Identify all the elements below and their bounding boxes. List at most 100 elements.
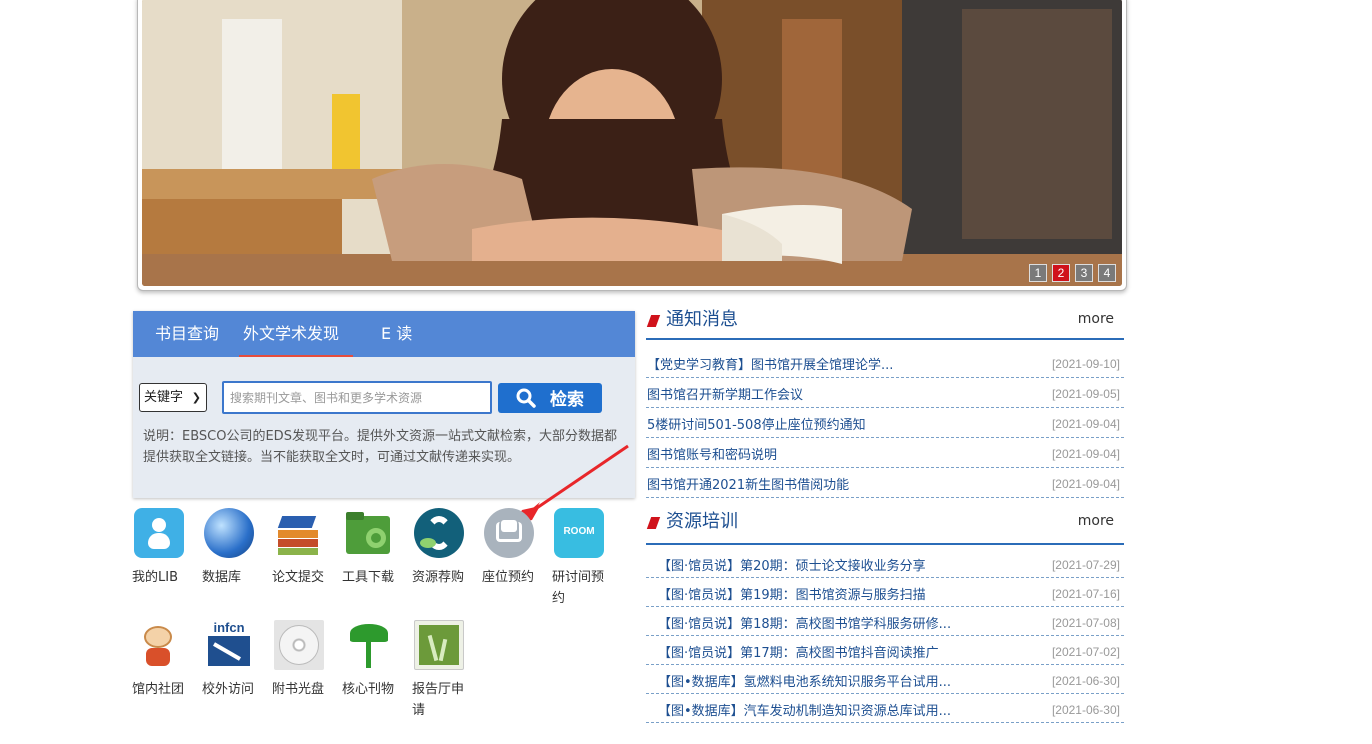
list-item-date: [2021-07-16]: [1051, 587, 1120, 601]
list-item-title[interactable]: 【图·馆员说】第17期：高校图书馆抖音阅读推广: [658, 642, 939, 661]
list-item-title[interactable]: 图书馆开通2021新生图书借阅功能: [647, 474, 849, 493]
list-item-date: [2021-07-08]: [1051, 616, 1120, 630]
list-item[interactable]: 【图•数据库】氢燃料电池系统知识服务平台试用... [2021-06-30]: [646, 665, 1124, 694]
search-tabs: 书目查询 外文学术发现 E 读: [133, 311, 635, 357]
service-room-booking[interactable]: ROOM 研讨间预约: [552, 508, 616, 609]
service-my-lib[interactable]: 我的LIB: [132, 508, 196, 588]
list-item[interactable]: 【图·馆员说】第20期：硕士论文接收业务分享 [2021-07-29]: [646, 549, 1124, 578]
service-label: 核心刊物: [342, 682, 395, 697]
list-item[interactable]: 【图·馆员说】第19期：图书馆资源与服务扫描 [2021-07-16]: [646, 578, 1124, 607]
list-item-date: [2021-09-05]: [1051, 387, 1120, 401]
list-item-date: [2021-09-04]: [1051, 477, 1120, 491]
list-item[interactable]: 图书馆召开新学期工作会议 [2021-09-05]: [646, 378, 1124, 408]
list-item[interactable]: 图书馆开通2021新生图书借阅功能 [2021-09-04]: [646, 468, 1124, 498]
banner-pager: 1 2 3 4: [1029, 264, 1116, 282]
notices-header: 通知消息 more: [646, 306, 1124, 340]
service-label: 工具下载: [342, 570, 395, 585]
infcn-icon: infcn: [204, 620, 254, 670]
list-item[interactable]: 图书馆账号和密码说明 [2021-09-04]: [646, 438, 1124, 468]
tab-foreign-discovery[interactable]: 外文学术发现: [231, 311, 354, 357]
folder-gear-icon: [344, 508, 394, 558]
service-label: 资源荐购: [412, 570, 465, 585]
notices-title: 通知消息: [666, 309, 738, 330]
service-tool-download[interactable]: 工具下载: [342, 508, 406, 588]
service-clubs[interactable]: 馆内社团: [132, 620, 196, 700]
search-row: 关键字 ❯ 搜索期刊文章、图书和更多学术资源 检索: [139, 381, 602, 414]
list-item[interactable]: 5楼研讨间501-508停止座位预约通知 [2021-09-04]: [646, 408, 1124, 438]
list-item-date: [2021-06-30]: [1051, 703, 1120, 717]
seat-icon: [484, 508, 534, 558]
notices-more-link[interactable]: more: [1078, 306, 1114, 332]
mascot-icon: [134, 620, 184, 670]
service-label: 研讨间预约: [552, 570, 605, 606]
search-icon: [516, 388, 536, 408]
list-item-title[interactable]: 【图·馆员说】第19期：图书馆资源与服务扫描: [658, 584, 926, 603]
list-item-date: [2021-09-10]: [1051, 357, 1120, 371]
list-item-title[interactable]: 【图·馆员说】第20期：硕士论文接收业务分享: [658, 555, 926, 574]
grass-doc-icon: [414, 620, 464, 670]
search-button-label: 检索: [550, 390, 584, 410]
training-header: 资源培训 more: [646, 508, 1124, 545]
service-seat-booking[interactable]: 座位预约: [482, 508, 546, 588]
service-label: 我的LIB: [132, 570, 178, 585]
list-item[interactable]: 【党史学习教育】图书馆开展全馆理论学... [2021-09-10]: [646, 348, 1124, 378]
notices-section: 通知消息 more 【党史学习教育】图书馆开展全馆理论学... [2021-09-…: [646, 306, 1124, 498]
list-item[interactable]: 【图•数据库】汽车发动机制造知识资源总库试用... [2021-06-30]: [646, 694, 1124, 723]
library-homepage: 1 2 3 4 书目查询 外文学术发现 E 读 关键字 ❯ 搜索期刊文章、图书和…: [0, 0, 1372, 744]
flag-icon: [646, 517, 661, 529]
list-item-title[interactable]: 图书馆账号和密码说明: [647, 444, 777, 463]
list-item[interactable]: 【图·馆员说】第17期：高校图书馆抖音阅读推广 [2021-07-02]: [646, 636, 1124, 665]
list-item-title[interactable]: 【图·馆员说】第18期：高校图书馆学科服务研修...: [658, 613, 951, 632]
list-item-date: [2021-06-30]: [1051, 674, 1120, 688]
list-item-title[interactable]: 图书馆召开新学期工作会议: [647, 384, 803, 403]
training-title: 资源培训: [666, 511, 738, 532]
list-item-title[interactable]: 【图•数据库】汽车发动机制造知识资源总库试用...: [658, 700, 951, 719]
pager-item-2[interactable]: 2: [1052, 264, 1070, 282]
pager-item-1[interactable]: 1: [1029, 264, 1047, 282]
notices-list: 【党史学习教育】图书馆开展全馆理论学... [2021-09-10] 图书馆召开新…: [646, 348, 1124, 498]
list-item-title[interactable]: 【党史学习教育】图书馆开展全馆理论学...: [647, 354, 893, 373]
person-icon: [134, 508, 184, 558]
service-label: 座位预约: [482, 570, 535, 585]
training-more-link[interactable]: more: [1078, 508, 1114, 534]
flag-icon: [646, 315, 661, 327]
graduation-books-icon: [274, 508, 324, 558]
room-icon: ROOM: [554, 508, 604, 558]
service-hall-apply[interactable]: 报告厅申请: [412, 620, 476, 721]
service-database[interactable]: 数据库: [202, 508, 266, 588]
globe-icon: [204, 508, 254, 558]
list-item-date: [2021-07-29]: [1051, 558, 1120, 572]
service-off-campus[interactable]: infcn 校外访问: [202, 620, 266, 700]
search-button[interactable]: 检索: [498, 382, 602, 413]
banner-carousel[interactable]: 1 2 3 4: [137, 0, 1127, 291]
search-input[interactable]: 搜索期刊文章、图书和更多学术资源: [222, 381, 492, 414]
list-item-date: [2021-09-04]: [1051, 447, 1120, 461]
list-item-title[interactable]: 5楼研讨间501-508停止座位预约通知: [647, 414, 866, 433]
search-field-select[interactable]: 关键字 ❯: [139, 383, 207, 412]
service-label: 报告厅申请: [412, 682, 465, 718]
service-thesis-submit[interactable]: 论文提交: [272, 508, 336, 588]
chevron-down-icon: ❯: [191, 391, 201, 404]
training-list: 【图·馆员说】第20期：硕士论文接收业务分享 [2021-07-29] 【图·馆员…: [646, 549, 1124, 723]
list-item-title[interactable]: 【图•数据库】氢燃料电池系统知识服务平台试用...: [658, 671, 951, 690]
list-item[interactable]: 【图·馆员说】第18期：高校图书馆学科服务研修... [2021-07-08]: [646, 607, 1124, 636]
banner-photo-illustration: [142, 0, 1122, 286]
search-field-select-value: 关键字: [144, 390, 184, 405]
list-item-date: [2021-07-02]: [1051, 645, 1120, 659]
tab-e-read[interactable]: E 读: [369, 311, 424, 357]
pager-item-3[interactable]: 3: [1075, 264, 1093, 282]
list-item-date: [2021-09-04]: [1051, 417, 1120, 431]
service-resource-recommend[interactable]: 资源荐购: [412, 508, 476, 588]
palm-tree-icon: [344, 620, 394, 670]
disc-icon: [274, 620, 324, 670]
pager-item-4[interactable]: 4: [1098, 264, 1116, 282]
service-label: 数据库: [202, 570, 242, 585]
training-section: 资源培训 more 【图·馆员说】第20期：硕士论文接收业务分享 [2021-07…: [646, 508, 1124, 723]
service-cd[interactable]: 附书光盘: [272, 620, 336, 700]
service-label: 馆内社团: [132, 682, 185, 697]
service-label: 论文提交: [272, 570, 325, 585]
tab-catalog-search[interactable]: 书目查询: [143, 311, 231, 357]
service-core-journals[interactable]: 核心刊物: [342, 620, 406, 700]
banner-image[interactable]: 1 2 3 4: [142, 0, 1122, 286]
recommend-logo-icon: [414, 508, 464, 558]
